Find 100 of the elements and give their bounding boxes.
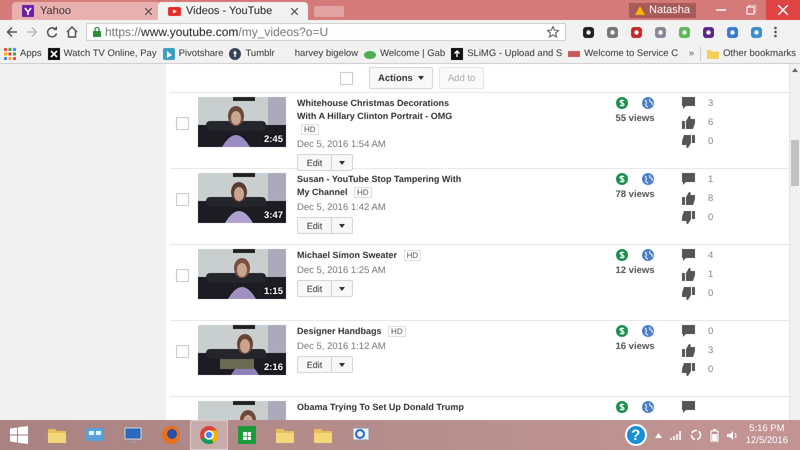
apps-icon [4,48,16,60]
dollar-icon [616,249,628,261]
globe-icon [642,97,654,109]
hd-badge: HD [404,250,422,261]
lock-icon [93,27,101,37]
help-button[interactable]: ? [624,424,647,446]
address-field[interactable]: https://www.youtube.com/my_videos?o=U [86,23,566,41]
dislike-count: 0 [708,211,714,225]
comment-icon [682,325,695,338]
video-title[interactable]: Susan - YouTube Stop Tampering With My Channel HD [297,173,469,199]
bookmark-item[interactable]: Welcome | Gab [364,48,446,60]
caret-icon [339,160,345,164]
bookmark-item[interactable]: Pivotshare [162,48,224,60]
bookmark-icon [229,48,242,60]
bookmark-folder[interactable]: Other bookmarks [707,48,796,60]
video-title[interactable]: Michael Simon Sweater HD [297,249,469,262]
view-count: 16 views [615,341,655,352]
caret-icon [339,362,345,366]
sync-icon[interactable] [690,429,702,441]
thumbs-down-icon [682,363,695,376]
more-bookmarks-button[interactable]: » [688,48,694,59]
speaker-icon[interactable] [726,430,738,440]
dollar-icon [616,173,628,185]
scroll-up-icon[interactable] [792,68,798,72]
bookmark-icon [451,48,464,60]
profile-button[interactable]: Natasha [629,2,696,18]
chevron-up-icon[interactable] [654,432,662,438]
like-count: 6 [708,116,714,130]
star-icon[interactable] [547,26,559,38]
dislike-count: 0 [708,135,714,149]
video-checkbox[interactable] [176,193,189,206]
video-checkbox[interactable] [176,345,189,358]
dislike-count: 0 [708,287,714,301]
video-duration: 3:47 [264,210,283,221]
comment-icon [682,173,695,186]
actions-button[interactable]: Actions [369,67,433,89]
dislike-count: 0 [708,363,714,377]
scrollbar-thumb[interactable] [791,140,799,186]
extension-icon[interactable] [582,26,595,38]
taskbar-app[interactable] [190,420,228,450]
yahoo-icon [22,5,35,17]
upload-date: Dec 5, 2016 1:42 AM [297,202,387,213]
close-icon[interactable] [145,8,152,14]
like-count: 1 [708,268,714,282]
globe-icon [642,249,654,261]
url-text: https://www.youtube.com/my_videos?o=U [105,25,330,39]
video-duration: 1:15 [264,286,283,297]
store-icon [237,425,257,445]
hd-badge: HD [388,326,406,337]
view-count: 55 views [615,113,655,124]
like-count: 8 [708,192,714,206]
bookmark-item[interactable]: Tumblr [229,48,275,60]
upload-date: Dec 5, 2016 1:25 AM [297,265,387,276]
select-all-checkbox[interactable] [340,72,353,84]
bookmark-item[interactable]: Apps [4,48,42,60]
restore-icon [746,5,756,15]
video-title[interactable]: Designer Handbags HD [297,325,469,338]
upload-date: Dec 5, 2016 1:12 AM [297,341,387,352]
caret-icon [339,286,345,290]
globe-icon [642,401,654,413]
home-icon[interactable] [66,26,78,38]
video-checkbox[interactable] [176,117,189,130]
bookmark-icon [48,48,60,60]
comment-count: 4 [708,249,714,263]
signal-icon[interactable] [670,430,682,440]
firefox-icon [161,425,181,445]
bookmark-item[interactable]: Watch TV Online, Pay [48,48,157,60]
forward-icon[interactable] [26,26,38,38]
dollar-icon [616,97,628,109]
minimize-icon [716,9,726,11]
reload-icon[interactable] [46,26,58,38]
bookmark-item[interactable]: Welcome to Service C [568,48,678,60]
view-count: 12 views [615,265,655,276]
video-duration: 2:16 [264,362,283,373]
close-button[interactable] [766,0,800,20]
bookmark-icon [162,48,175,60]
extension-icon[interactable] [702,26,715,38]
warning-icon [635,6,646,14]
hd-badge: HD [301,124,319,135]
bookmark-item[interactable]: harvey bigelow [294,48,358,59]
battery-icon[interactable] [710,428,719,442]
hd-badge: HD [354,187,372,198]
back-icon[interactable] [6,26,18,38]
chrome-icon [199,425,219,445]
menu-icon[interactable] [774,26,777,38]
comment-count: 3 [708,97,714,111]
bookmark-item[interactable]: SLiMG - Upload and S [451,48,562,60]
video-checkbox[interactable] [176,269,189,282]
close-icon [778,5,788,15]
globe-icon [642,325,654,337]
close-icon[interactable] [291,8,298,14]
video-title[interactable]: Whitehouse Christmas Decorations With A Hillary Clinton Portrait - OMG HD [297,97,469,136]
scrollbar[interactable] [789,64,800,420]
browser-tab[interactable]: Videos - YouTube [158,2,308,20]
browser-tab[interactable]: Yahoo [12,2,162,20]
thumbs-up-icon [682,116,695,129]
video-title[interactable]: Obama Trying To Set Up Donald Trump [297,401,469,414]
thumbs-down-icon [682,287,695,300]
monitor-icon [123,425,143,445]
comment-icon [682,401,695,414]
